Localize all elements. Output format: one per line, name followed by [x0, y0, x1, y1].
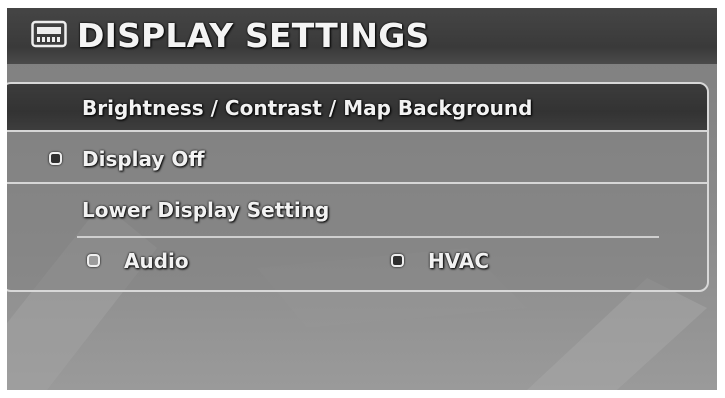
menu-item-display-off[interactable]: Display Off — [7, 134, 707, 184]
hvac-label: HVAC — [428, 249, 490, 273]
display-screen: DISPLAY SETTINGS Brightness / Contrast /… — [7, 8, 717, 390]
page-title: DISPLAY SETTINGS — [77, 16, 430, 55]
display-off-indicator-icon — [49, 152, 62, 165]
display-settings-icon — [31, 20, 67, 48]
title-bar: DISPLAY SETTINGS — [7, 8, 717, 64]
lower-display-setting-heading: Lower Display Setting — [82, 198, 330, 222]
option-audio[interactable]: Audio — [87, 246, 287, 276]
audio-label: Audio — [124, 249, 189, 273]
hvac-indicator-icon — [391, 254, 404, 267]
settings-menu: Brightness / Contrast / Map Background D… — [7, 82, 709, 292]
divider — [77, 236, 659, 238]
audio-indicator-icon — [87, 254, 100, 267]
option-hvac[interactable]: HVAC — [391, 246, 591, 276]
menu-item-brightness-contrast[interactable]: Brightness / Contrast / Map Background — [7, 84, 707, 132]
display-off-label: Display Off — [82, 147, 205, 171]
